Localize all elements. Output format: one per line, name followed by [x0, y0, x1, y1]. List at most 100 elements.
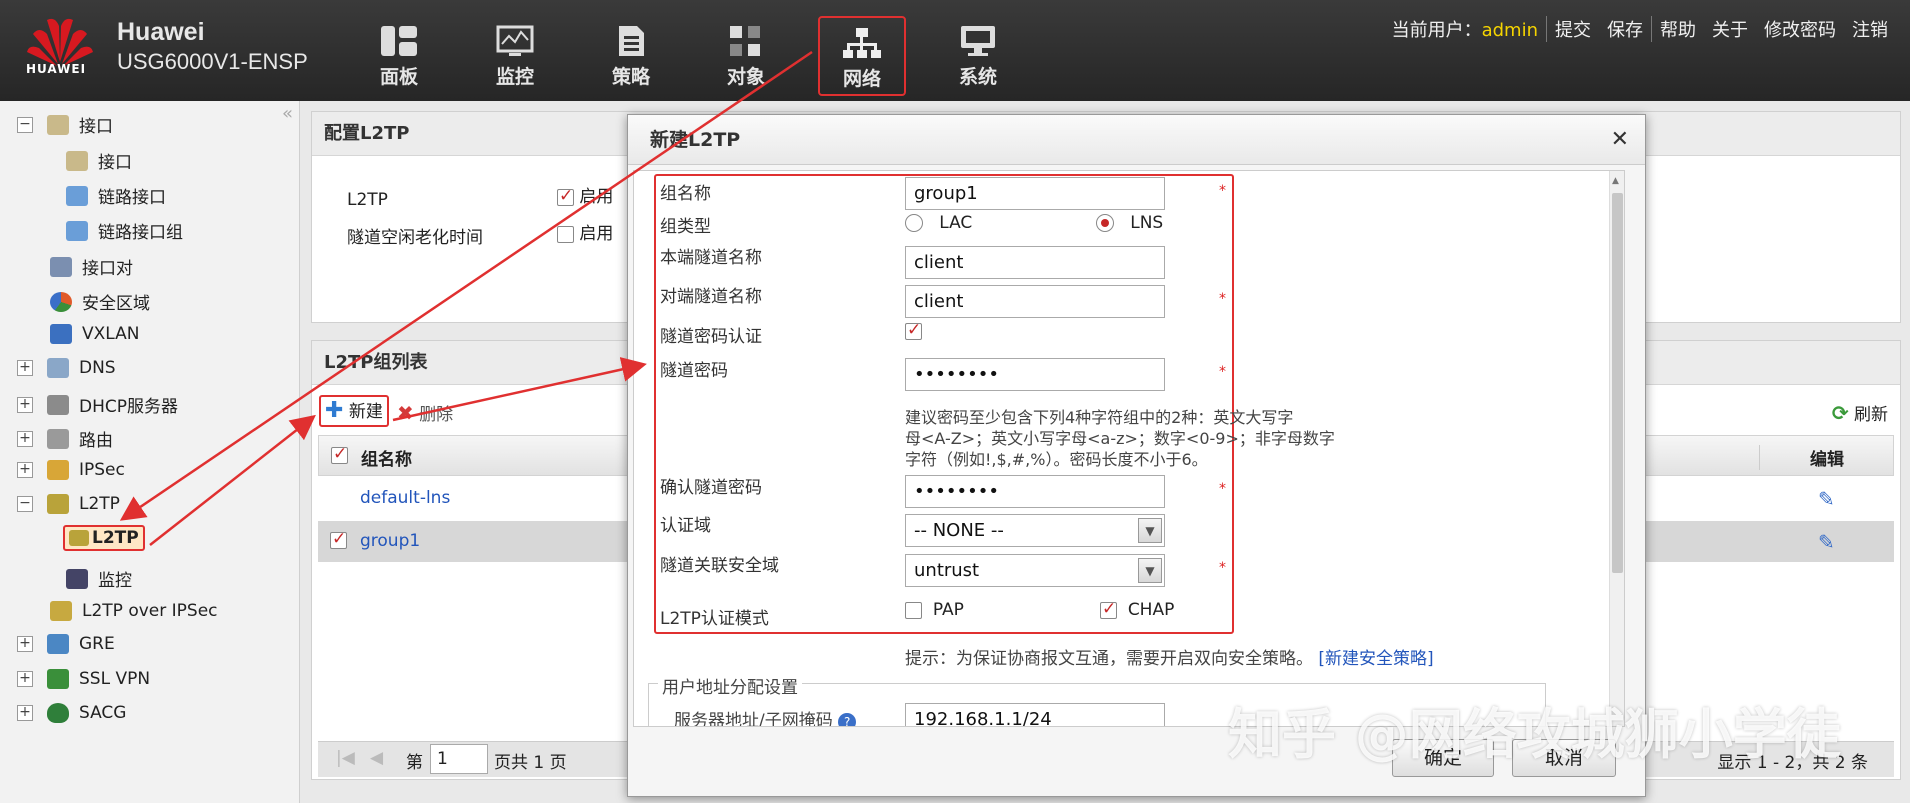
server-address-input[interactable]: 192.168.1.1/24: [905, 703, 1165, 726]
dns-icon: [47, 358, 69, 378]
brand-name: Huawei: [117, 18, 205, 46]
collapse-icon[interactable]: −: [17, 496, 33, 512]
new-button[interactable]: ✚ 新建: [319, 395, 389, 427]
sidebar-item-l2tp-over-ipsec[interactable]: L2TP over IPSec: [50, 601, 218, 621]
expand-icon[interactable]: +: [17, 396, 33, 413]
user-bar: 当前用户：admin 提交 保存 帮助 关于 修改密码 注销: [1384, 16, 1896, 42]
system-icon: [961, 26, 995, 56]
first-page-icon[interactable]: |◀: [336, 748, 355, 768]
help-icon[interactable]: ?: [838, 713, 857, 726]
mode-chap-checkbox[interactable]: CHAP: [1100, 599, 1174, 620]
vxlan-icon: [50, 324, 72, 344]
route-icon: [47, 428, 69, 449]
expand-icon[interactable]: +: [17, 430, 33, 447]
sidebar-item-link-interface-group[interactable]: 链路接口组: [66, 218, 183, 243]
select-all-checkbox[interactable]: [331, 444, 348, 464]
logout-link[interactable]: 注销: [1844, 16, 1896, 42]
refresh-icon: ⟳: [1831, 401, 1849, 425]
about-link[interactable]: 关于: [1704, 16, 1756, 42]
group-name-input[interactable]: group1: [905, 177, 1165, 210]
scrollbar-thumb[interactable]: [1612, 193, 1623, 573]
group-name-cell[interactable]: default-lns: [360, 488, 450, 508]
sidebar-item-l2tp[interactable]: − L2TP: [17, 494, 120, 514]
l2tp-enable-checkbox[interactable]: [557, 186, 574, 206]
link-group-icon: [66, 220, 88, 241]
nav-network[interactable]: 网络: [818, 16, 906, 96]
delete-button[interactable]: ✖ 删除: [397, 399, 453, 429]
save-link[interactable]: 保存: [1599, 16, 1651, 42]
l2tp-selected[interactable]: L2TP: [63, 525, 145, 551]
sidebar-item-interface[interactable]: − 接口: [17, 112, 113, 137]
chevron-down-icon[interactable]: ▼: [1138, 518, 1162, 543]
edit-icon[interactable]: ✎: [1818, 487, 1835, 511]
sidebar-item-gre[interactable]: + GRE: [17, 634, 115, 654]
group-name-cell[interactable]: group1: [360, 531, 420, 551]
tunnel-auth-checkbox[interactable]: [905, 320, 922, 340]
interface-icon: [47, 114, 69, 135]
server-address-label: 服务器地址/子网掩码 ?: [674, 706, 857, 726]
peer-tunnel-input[interactable]: client: [905, 285, 1165, 318]
scrollbar[interactable]: ▲: [1609, 171, 1624, 726]
nav-dashboard[interactable]: 面板: [355, 16, 443, 96]
sidebar-item-link-interface[interactable]: 链路接口: [66, 183, 166, 208]
page-input[interactable]: 1: [430, 744, 488, 774]
scroll-up-icon[interactable]: ▲: [1612, 176, 1619, 186]
logo-text: HUAWEI: [26, 62, 87, 76]
commit-link[interactable]: 提交: [1546, 16, 1599, 42]
help-link[interactable]: 帮助: [1651, 16, 1704, 42]
sidebar: « − 接口 接口 链路接口 链路接口组 接口对 安全区域 VXLAN + DNS …: [0, 101, 300, 803]
local-tunnel-input[interactable]: client: [905, 246, 1165, 279]
nav-policy[interactable]: 策略: [587, 16, 675, 96]
collapse-icon[interactable]: −: [17, 116, 33, 133]
nav-object[interactable]: 对象: [702, 16, 790, 96]
expand-icon[interactable]: +: [17, 705, 33, 721]
mode-pap-checkbox[interactable]: PAP: [905, 600, 964, 620]
expand-icon[interactable]: +: [17, 462, 33, 478]
network-icon: [843, 28, 881, 58]
expand-icon[interactable]: +: [17, 671, 33, 687]
sidebar-item-l2tp-monitor[interactable]: 监控: [66, 566, 132, 591]
username: admin: [1481, 20, 1538, 41]
dhcp-icon: [47, 394, 69, 415]
sidebar-item-dhcp[interactable]: + DHCP服务器: [17, 392, 178, 417]
column-edit: 编辑: [1759, 445, 1844, 470]
sidebar-item-dns[interactable]: + DNS: [17, 358, 116, 378]
security-zone-select[interactable]: untrust ▼: [905, 554, 1165, 587]
sidebar-item-route[interactable]: + 路由: [17, 426, 113, 451]
change-password-link[interactable]: 修改密码: [1756, 16, 1844, 42]
sidebar-item-interface-pair[interactable]: 接口对: [50, 254, 133, 279]
collapse-sidebar-icon[interactable]: «: [282, 103, 293, 124]
confirm-password-input[interactable]: ••••••••: [905, 475, 1165, 508]
row-checkbox[interactable]: [330, 529, 347, 549]
sidebar-item-sacg[interactable]: + SACG: [17, 703, 126, 723]
close-icon[interactable]: ✕: [1611, 127, 1629, 152]
type-lns-radio[interactable]: LNS: [1096, 213, 1163, 233]
sidebar-item-l2tp-config[interactable]: L2TP: [63, 525, 145, 551]
l2tp-enable[interactable]: 启用: [557, 182, 613, 207]
tunnel-idle-checkbox[interactable]: [557, 225, 574, 243]
tunnel-idle-label: 隧道空闲老化时间: [347, 228, 483, 248]
sidebar-item-security-zone[interactable]: 安全区域: [50, 289, 150, 314]
sidebar-item-interface-sub[interactable]: 接口: [66, 148, 132, 173]
delete-icon: ✖: [397, 401, 414, 425]
sidebar-item-vxlan[interactable]: VXLAN: [50, 324, 139, 344]
expand-icon[interactable]: +: [17, 636, 33, 652]
sidebar-item-ssl-vpn[interactable]: + SSL VPN: [17, 669, 150, 689]
nav-label: 对象: [726, 66, 765, 88]
edit-icon[interactable]: ✎: [1818, 530, 1835, 554]
sidebar-item-ipsec[interactable]: + IPSec: [17, 460, 125, 480]
nav-monitor[interactable]: 监控: [471, 16, 559, 96]
l2tp-icon: [47, 494, 69, 514]
new-policy-link[interactable]: [新建安全策略]: [1318, 649, 1433, 669]
auth-domain-select[interactable]: -- NONE -- ▼: [905, 514, 1165, 547]
nav-label: 面板: [379, 66, 418, 88]
chevron-down-icon[interactable]: ▼: [1138, 558, 1162, 583]
l2tp-icon: [69, 530, 89, 546]
type-lac-radio[interactable]: LAC: [905, 213, 972, 233]
nav-system[interactable]: 系统: [934, 16, 1022, 96]
tunnel-idle-enable[interactable]: 启用: [557, 219, 613, 244]
refresh-button[interactable]: ⟳ 刷新: [1832, 399, 1888, 429]
tunnel-password-input[interactable]: ••••••••: [905, 358, 1165, 391]
expand-icon[interactable]: +: [17, 360, 33, 376]
prev-page-icon[interactable]: ◀: [370, 748, 383, 768]
